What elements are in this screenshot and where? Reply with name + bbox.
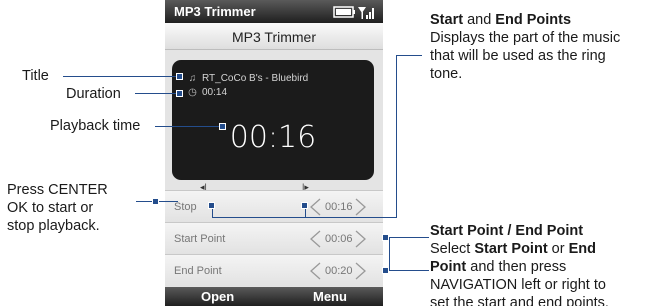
- stop-label: Stop: [174, 201, 197, 213]
- start-end-points-body-2: that will be used as the ring: [430, 48, 606, 64]
- select-callout-dot-bottom: [382, 267, 389, 274]
- phone-screen: MP3 Trimmer MP3 Trimmer ♫ RT_CoCo B's - B…: [165, 0, 383, 306]
- title-callout: Title: [22, 68, 49, 84]
- status-bar: MP3 Trimmer: [165, 0, 383, 23]
- softkey-bar: Open Menu: [165, 287, 383, 306]
- song-title: RT_CoCo B's - Bluebird: [202, 73, 309, 84]
- screen-title: MP3 Trimmer: [232, 29, 316, 45]
- point-select-heading: Start Point / End Point: [430, 222, 609, 240]
- battery-signal-icon: [333, 6, 374, 19]
- center-ok-callout: Press CENTER OK to start or stop playbac…: [7, 181, 108, 235]
- title-callout-line: [63, 76, 178, 77]
- status-bar-app-title: MP3 Trimmer: [174, 4, 256, 19]
- point-select-line-1: Select Start Point or End: [430, 240, 609, 258]
- title-bar: MP3 Trimmer: [165, 23, 383, 50]
- point-word: Point: [430, 259, 467, 275]
- title-callout-dot: [176, 73, 183, 80]
- playback-callout-line: [155, 126, 223, 127]
- start-point-word: Start Point: [474, 241, 548, 257]
- center-ok-line-2: OK to start or: [7, 200, 94, 216]
- start-point-callout-dot: [208, 202, 215, 209]
- duration-callout-dot: [176, 90, 183, 97]
- point-select-line-4: set the start and end points.: [430, 295, 609, 306]
- start-end-points-callout: Start and End Points Displays the part o…: [430, 11, 620, 83]
- menu-softkey[interactable]: Menu: [313, 289, 347, 304]
- point-select-heading-text: Start Point / End Point: [430, 223, 584, 239]
- duration-info: ◷ 00:14: [186, 87, 227, 98]
- right-arrow-icon[interactable]: [355, 198, 366, 216]
- end-point-value: 00:20: [325, 265, 353, 277]
- select-callout-line-bottom: [386, 270, 429, 271]
- duration-callout: Duration: [66, 86, 121, 102]
- select-callout-line-top: [386, 237, 429, 238]
- right-arrow-icon[interactable]: [355, 262, 366, 280]
- left-arrow-icon[interactable]: [310, 262, 321, 280]
- center-ok-line-1: Press CENTER: [7, 182, 108, 198]
- select-callout-dot-top: [382, 234, 389, 241]
- start-point-label: Start Point: [174, 233, 226, 245]
- end-points-word: End Points: [495, 12, 572, 28]
- then-press-text: and then press: [466, 259, 567, 275]
- points-callout-line-h: [396, 55, 422, 56]
- music-note-icon: ♫: [188, 73, 197, 84]
- start-end-points-body-1: Displays the part of the music: [430, 30, 621, 46]
- end-word: End: [568, 241, 596, 257]
- left-arrow-icon[interactable]: [310, 198, 321, 216]
- points-callout-line-v: [396, 55, 397, 218]
- select-word: Select: [430, 241, 475, 257]
- point-select-line-2: Point and then press: [430, 258, 609, 276]
- start-word: Start: [430, 12, 464, 28]
- and-word: and: [463, 12, 496, 28]
- song-info: ♫ RT_CoCo B's - Bluebird: [186, 73, 308, 84]
- duration-callout-line: [135, 93, 178, 94]
- start-end-points-body-3: tone.: [430, 66, 463, 82]
- start-point-row[interactable]: Start Point 00:06: [165, 222, 383, 254]
- playback-time-callout: Playback time: [50, 118, 141, 134]
- point-select-line-3: NAVIGATION left or right to: [430, 277, 606, 293]
- end-point-row[interactable]: End Point 00:20: [165, 254, 383, 286]
- end-point-callout-dot: [301, 202, 308, 209]
- stop-value: 00:16: [325, 201, 353, 213]
- center-ok-callout-dot: [152, 198, 159, 205]
- center-ok-line-3: stop playback.: [7, 218, 100, 234]
- open-softkey[interactable]: Open: [201, 289, 234, 304]
- playback-callout-dot: [219, 123, 226, 130]
- player-panel: ♫ RT_CoCo B's - Bluebird ◷ 00:14 00:16: [172, 60, 374, 180]
- select-callout-line-v: [389, 237, 390, 271]
- clock-icon: ◷: [188, 87, 197, 98]
- right-arrow-icon[interactable]: [355, 230, 366, 248]
- start-end-points-heading: Start and End Points: [430, 11, 620, 29]
- or-word: or: [547, 241, 569, 257]
- end-point-label: End Point: [174, 265, 222, 277]
- start-point-value: 00:06: [325, 233, 353, 245]
- point-select-callout: Start Point / End Point Select Start Poi…: [430, 222, 609, 306]
- left-arrow-icon[interactable]: [310, 230, 321, 248]
- song-duration: 00:14: [202, 87, 228, 98]
